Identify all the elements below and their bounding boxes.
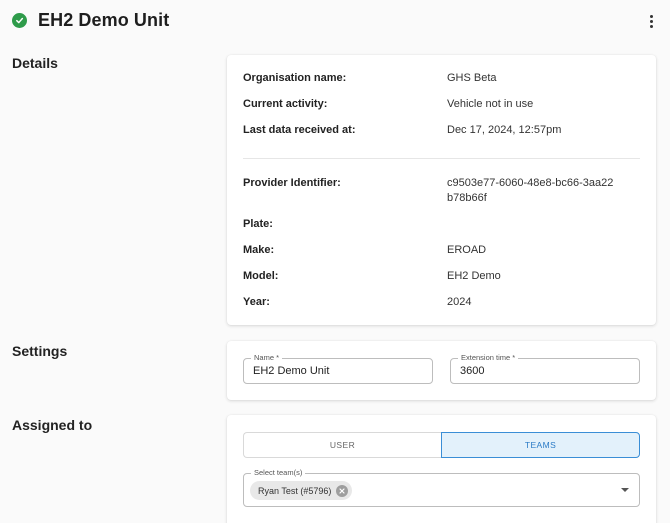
- extension-time-label: Extension time *: [458, 353, 519, 363]
- assigned-card: USER TEAMS Select team(s) Ryan Test (#57…: [227, 415, 656, 523]
- remove-chip-icon[interactable]: [336, 484, 349, 497]
- detail-label: Plate:: [243, 218, 273, 230]
- detail-label: Organisation name:: [243, 72, 347, 84]
- settings-heading: Settings: [12, 343, 68, 359]
- detail-value: EH2 Demo: [447, 270, 501, 282]
- details-card: Organisation name: GHS Beta Current acti…: [227, 55, 656, 325]
- assigned-heading: Assigned to: [12, 417, 93, 433]
- detail-value: c9503e77-6060-48e8-bc66-3aa22b78b66f: [447, 177, 614, 204]
- detail-label: Current activity:: [243, 98, 328, 110]
- page-header: EH2 Demo Unit: [0, 0, 670, 40]
- name-field-label: Name *: [251, 353, 283, 363]
- detail-value: EROAD: [447, 244, 487, 256]
- team-select-label: Select team(s): [251, 468, 306, 478]
- assignment-toggle: USER TEAMS: [243, 432, 640, 458]
- name-field[interactable]: Name * EH2 Demo Unit: [243, 353, 433, 384]
- settings-card: Name * EH2 Demo Unit Extension time * 36…: [227, 341, 656, 400]
- details-heading: Details: [12, 55, 58, 71]
- extension-time-value[interactable]: 3600: [460, 365, 484, 377]
- detail-label: Year:: [243, 296, 270, 308]
- detail-value: Dec 17, 2024, 12:57pm: [447, 124, 562, 136]
- check-circle-icon: [12, 13, 27, 28]
- detail-label: Provider Identifier:: [243, 177, 341, 189]
- detail-label: Make:: [243, 244, 275, 256]
- detail-value: 2024: [447, 296, 472, 308]
- team-chip: Ryan Test (#5796): [250, 481, 353, 500]
- detail-value: Vehicle not in use: [447, 98, 534, 110]
- vehicle-detail-page: EH2 Demo Unit Details Organisation name:…: [0, 0, 670, 523]
- team-chip-label: Ryan Test (#5796): [258, 485, 332, 496]
- team-select[interactable]: Select team(s) Ryan Test (#5796): [243, 468, 640, 507]
- extension-time-field[interactable]: Extension time * 3600: [450, 353, 640, 384]
- detail-value: GHS Beta: [447, 72, 497, 84]
- name-field-value[interactable]: EH2 Demo Unit: [253, 365, 329, 377]
- detail-label: Model:: [243, 270, 279, 282]
- more-vertical-icon[interactable]: [644, 12, 658, 30]
- detail-label: Last data received at:: [243, 124, 356, 136]
- details-divider: [243, 158, 640, 159]
- dropdown-arrow-icon[interactable]: [621, 488, 629, 492]
- page-title: EH2 Demo Unit: [38, 10, 170, 30]
- toggle-teams[interactable]: TEAMS: [441, 432, 640, 458]
- toggle-user[interactable]: USER: [243, 432, 441, 458]
